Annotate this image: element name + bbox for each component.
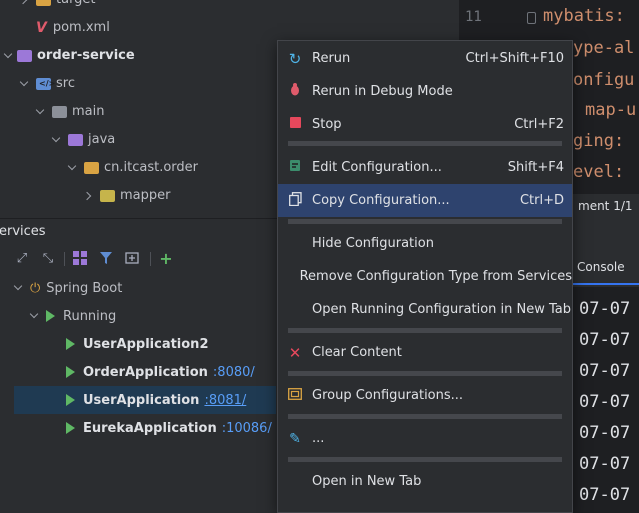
code-line: map-u <box>585 100 637 120</box>
tree-item-running[interactable]: Running <box>0 302 278 330</box>
power-icon: ⏻ <box>30 280 41 296</box>
menu-item-clear-content[interactable]: ✕ Clear Content <box>278 336 572 369</box>
console-output[interactable]: 07-07 07-07 07-07 07-07 07-07 07-07 07-0… <box>573 287 639 513</box>
log-line: 07-07 <box>579 423 631 443</box>
log-line: 07-07 <box>579 485 631 505</box>
collapse-all-icon[interactable]: ⤡ <box>40 251 56 267</box>
menu-item-rerun-debug[interactable]: Rerun in Debug Mode <box>278 75 572 108</box>
menu-item-rename[interactable]: ✎ ... <box>278 422 572 455</box>
chevron-right-icon[interactable] <box>84 191 94 201</box>
menu-item-group-configurations[interactable]: Group Configurations... <box>278 379 572 412</box>
chevron-down-icon[interactable] <box>52 135 62 145</box>
group-icon <box>278 387 312 404</box>
source-folder-icon: </> <box>36 78 55 90</box>
new-tab-icon[interactable] <box>124 251 140 267</box>
filter-icon[interactable] <box>98 251 114 267</box>
menu-separator <box>288 328 562 333</box>
tree-item-target[interactable]: target <box>0 0 278 14</box>
run-icon <box>46 310 55 322</box>
chevron-down-icon[interactable] <box>4 51 14 61</box>
code-line: ging: <box>573 131 625 151</box>
rerun-icon: ↻ <box>288 49 302 68</box>
port-link[interactable]: :10086/ <box>222 421 272 436</box>
folder-icon <box>52 106 67 118</box>
chevron-down-icon[interactable] <box>14 283 24 293</box>
tab-console[interactable]: Console <box>573 255 639 285</box>
log-line: 07-07 <box>579 330 631 350</box>
menu-separator <box>288 219 562 224</box>
tree-item-src[interactable]: </> src <box>0 70 278 98</box>
services-toolbar: ⤢ ⤡ + <box>0 244 278 274</box>
tree-item-package[interactable]: cn.itcast.order <box>0 154 278 182</box>
package-icon <box>84 162 99 174</box>
services-title: ervices <box>0 224 46 239</box>
chevron-down-icon[interactable] <box>36 107 46 117</box>
fold-icon[interactable] <box>527 12 536 24</box>
source-root-folder-icon <box>68 134 83 146</box>
breadcrumb: ment 1/1 <box>573 194 639 218</box>
port-link[interactable]: :8081/ <box>204 393 246 408</box>
run-icon <box>66 366 75 378</box>
code-line: evel: <box>573 162 625 182</box>
tree-item-spring-boot[interactable]: ⏻ Spring Boot <box>0 274 278 302</box>
menu-item-copy-configuration[interactable]: Copy Configuration... Ctrl+D <box>278 184 572 217</box>
chevron-down-icon[interactable] <box>68 163 78 173</box>
code-line: onfigu <box>573 70 635 90</box>
debug-icon <box>278 83 312 100</box>
project-tree: target V pom.xml order-service </> src m… <box>0 0 278 218</box>
clear-icon: ✕ <box>288 343 302 362</box>
run-icon <box>66 338 75 350</box>
code-line: ype-al <box>573 38 635 58</box>
menu-item-rerun[interactable]: ↻ Rerun Ctrl+Shift+F10 <box>278 42 572 75</box>
log-line: 07-07 <box>579 361 631 381</box>
context-menu: ↻ Rerun Ctrl+Shift+F10 Rerun in Debug Mo… <box>277 40 573 513</box>
module-folder-icon <box>17 50 32 62</box>
menu-separator <box>288 371 562 376</box>
services-tree: ⏻ Spring Boot Running UserApplication2 O… <box>0 274 278 513</box>
copy-icon <box>278 191 312 210</box>
pencil-icon: ✎ <box>289 430 301 447</box>
maven-icon: V <box>36 20 47 36</box>
stop-icon <box>278 117 312 132</box>
tree-item-pom[interactable]: V pom.xml <box>0 14 278 42</box>
menu-item-stop[interactable]: Stop Ctrl+F2 <box>278 108 572 141</box>
group-by-icon[interactable] <box>72 251 88 267</box>
chevron-down-icon[interactable] <box>20 79 30 89</box>
log-line: 07-07 <box>579 454 631 474</box>
menu-separator <box>288 414 562 419</box>
code-line: mybatis: <box>543 6 625 26</box>
folder-icon <box>36 0 51 6</box>
package-icon <box>100 190 115 202</box>
tree-item-java[interactable]: java <box>0 126 278 154</box>
line-number: 11 <box>465 9 482 25</box>
menu-separator <box>288 141 562 146</box>
service-item[interactable]: UserApplication2 <box>0 330 278 358</box>
menu-item-edit-configuration[interactable]: Edit Configuration... Shift+F4 <box>278 151 572 184</box>
menu-item-open-in-new-tab[interactable]: Open in New Tab <box>278 465 572 498</box>
log-line: 07-07 <box>579 299 631 319</box>
service-item[interactable]: EurekaApplication :10086/ <box>0 414 278 442</box>
run-icon <box>66 394 75 406</box>
services-header: ervices <box>0 218 278 244</box>
run-icon <box>66 422 75 434</box>
chevron-right-icon[interactable] <box>20 0 30 5</box>
service-item-selected[interactable]: UserApplication :8081/ <box>14 386 276 414</box>
menu-item-remove-configuration-type[interactable]: Remove Configuration Type from Services <box>278 260 572 293</box>
menu-item-hide-configuration[interactable]: Hide Configuration <box>278 227 572 260</box>
port-link[interactable]: :8080/ <box>213 365 255 380</box>
add-service-icon[interactable]: + <box>158 251 174 267</box>
tree-item-main[interactable]: main <box>0 98 278 126</box>
menu-item-open-running-config[interactable]: Open Running Configuration in New Tab <box>278 293 572 326</box>
chevron-down-icon[interactable] <box>30 311 40 321</box>
tree-item-order-service[interactable]: order-service <box>0 42 278 70</box>
edit-config-icon <box>278 159 312 176</box>
service-item[interactable]: OrderApplication :8080/ <box>0 358 278 386</box>
log-line: 07-07 <box>579 392 631 412</box>
menu-separator <box>288 457 562 462</box>
expand-all-icon[interactable]: ⤢ <box>14 251 30 267</box>
tree-item-mapper[interactable]: mapper <box>0 182 278 210</box>
